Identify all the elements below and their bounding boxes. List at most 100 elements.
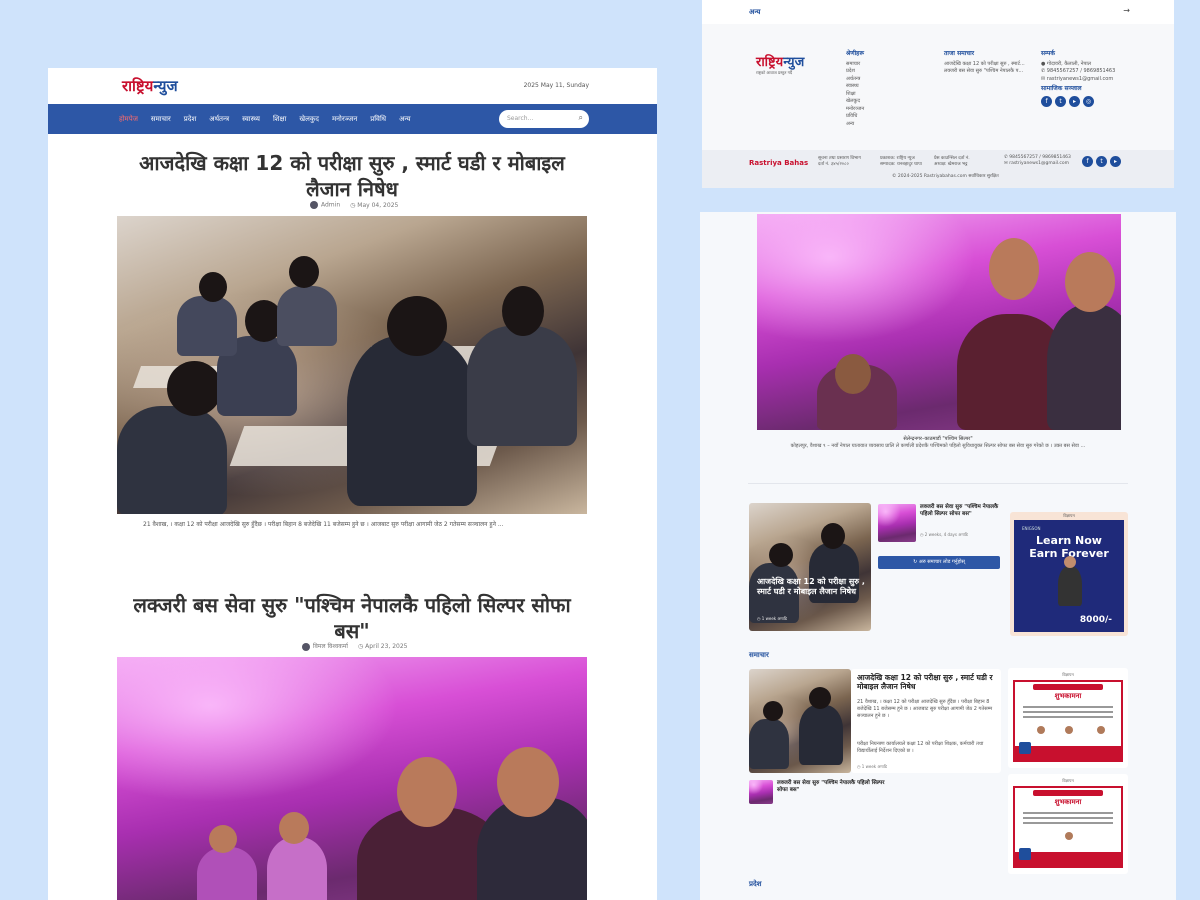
news2-thumb[interactable] bbox=[749, 780, 773, 804]
nav-item-4[interactable]: स्वास्थ्य bbox=[242, 115, 260, 124]
nav-item-3[interactable]: अर्थतन्त्र bbox=[209, 115, 229, 124]
footer-logo[interactable]: राष्ट्रियन्युज राष्ट्रको आवाज प्रस्तुत ग… bbox=[756, 52, 804, 76]
clock-icon: ◷ bbox=[350, 201, 356, 209]
copyright: © 2024-2025 Rastriyabahas.com सर्वाधिकार… bbox=[892, 174, 999, 179]
location-icon: ● bbox=[1041, 60, 1046, 67]
side-news-title[interactable]: लक्जरी बस सेवा सुरु "पश्चिम नेपालकै पहिल… bbox=[920, 504, 1004, 518]
categories-heading: श्रेणीहरू bbox=[846, 50, 864, 57]
footer-category-link[interactable]: प्रदेश bbox=[846, 68, 926, 76]
exam-hall-photo[interactable] bbox=[117, 216, 587, 514]
nav-item-7[interactable]: मनोरञ्जन bbox=[332, 115, 357, 124]
side-news-thumb[interactable] bbox=[878, 504, 916, 542]
load-more-button[interactable]: ↻ अरु समाचार लोड गर्नुहोस् bbox=[878, 556, 1000, 569]
footer-category-link[interactable]: अन्य bbox=[846, 121, 926, 129]
news-body-2: परीक्षा नियन्त्रण कार्यालयले कक्षा 12 को… bbox=[857, 741, 984, 754]
email-text: rastriyanews1@gmail.com bbox=[1009, 161, 1070, 166]
section-heading-news[interactable]: समाचार bbox=[749, 651, 769, 660]
load-more-label: अरु समाचार लोड गर्नुहोस् bbox=[918, 559, 965, 565]
footer-social: f t ▸ bbox=[1082, 156, 1124, 167]
latest-heading: ताजा समाचार bbox=[944, 50, 975, 57]
article-meta-2: विमल विश्वकर्मा ◷ April 23, 2025 bbox=[302, 642, 408, 651]
twitter-icon[interactable]: t bbox=[1055, 95, 1066, 107]
footer-contact: सम्पर्क ● गोदावरी, कैलाली, नेपाल ✆ 98455… bbox=[1041, 50, 1141, 107]
logo-text-part2: न्युज bbox=[783, 55, 805, 70]
phone-icon: ✆ bbox=[1041, 68, 1046, 74]
info-line: अध्यक्ष: खेमराज भट्ट bbox=[934, 162, 968, 167]
youtube-icon[interactable]: ▸ bbox=[1069, 95, 1080, 107]
nav-item-8[interactable]: प्रविधि bbox=[370, 115, 386, 124]
news-card: आजदेखि कक्षा 12 को परीक्षा सुरु , स्मार्… bbox=[851, 669, 1001, 773]
clock-icon: ◷ bbox=[757, 616, 761, 621]
header-date: 2025 May 11, Sunday bbox=[523, 82, 589, 89]
site-logo[interactable]: राष्ट्रियन्युज bbox=[122, 76, 178, 96]
greeting-text: शुभकामना bbox=[1054, 692, 1082, 700]
ad-headline-1: Learn Now bbox=[1036, 534, 1102, 547]
clock-icon: ◷ bbox=[857, 764, 861, 769]
nav-item-6[interactable]: खेलकुद bbox=[299, 115, 319, 124]
facebook-icon[interactable]: f bbox=[1041, 95, 1052, 107]
date-text: April 23, 2025 bbox=[365, 642, 408, 650]
search-icon[interactable]: ⌕ bbox=[579, 113, 583, 123]
avatar bbox=[310, 201, 318, 209]
arrow-right-icon[interactable]: → bbox=[1123, 6, 1130, 15]
contact-heading: सम्पर्क bbox=[1041, 50, 1055, 57]
logo-text-part1: राष्ट्रिय bbox=[756, 55, 784, 70]
section-heading-province[interactable]: प्रदेश bbox=[749, 880, 761, 889]
footer-info-1: सूचना तथा प्रसारण विभाग दर्ता नं. ३४५/२०८… bbox=[818, 156, 861, 168]
footer-category-link[interactable]: खेलकुद bbox=[846, 98, 926, 106]
bus-featured-photo[interactable] bbox=[757, 214, 1121, 430]
footer-latest-link[interactable]: आजदेखि कक्षा 12 को परीक्षा सुरु , स्मार्… bbox=[944, 61, 1040, 69]
footer-bottom: Rastriya Bahas सूचना तथा प्रसारण विभाग दर… bbox=[702, 150, 1174, 188]
greeting-poster: शुभकामना bbox=[1013, 680, 1123, 762]
greeting-ad-1[interactable]: विज्ञापन शुभकामना bbox=[1008, 668, 1128, 768]
advertisement-banner[interactable]: विज्ञापन ENIGSON Learn Now Earn Forever … bbox=[1010, 512, 1128, 636]
bus-interior-photo[interactable] bbox=[117, 657, 587, 900]
footer-latest: ताजा समाचार आजदेखि कक्षा 12 को परीक्षा स… bbox=[944, 50, 1040, 76]
footer-brand[interactable]: Rastriya Bahas bbox=[749, 159, 808, 167]
email[interactable]: ✉ rastriyanews1@gmail.com bbox=[1041, 76, 1141, 84]
footer-category-link[interactable]: प्रविधि bbox=[846, 113, 926, 121]
twitter-icon[interactable]: t bbox=[1096, 156, 1107, 167]
news-thumb[interactable] bbox=[749, 669, 851, 773]
nav-item-5[interactable]: शिक्षा bbox=[273, 115, 286, 124]
nav-item-0[interactable]: होमपेज bbox=[119, 115, 138, 124]
phone-text: 9845567257 / 9869851463 bbox=[1009, 155, 1071, 160]
nav-item-9[interactable]: अन्य bbox=[399, 115, 410, 124]
address: ● गोदावरी, कैलाली, नेपाल bbox=[1041, 61, 1141, 69]
logo-tagline: राष्ट्रको आवाज प्रस्तुत गर्दै bbox=[756, 70, 793, 75]
time-text: 1 week अगाडि bbox=[861, 764, 887, 769]
social-links: f t ▸ ◎ bbox=[1041, 95, 1141, 107]
article-excerpt: 21 वैशाख, । कक्षा 12 को परीक्षा आजदेखि स… bbox=[143, 521, 504, 528]
info-line: दर्ता नं. ३४५/२०८० bbox=[818, 162, 849, 167]
search-input[interactable]: Search... ⌕ bbox=[499, 110, 589, 128]
news-title[interactable]: आजदेखि कक्षा 12 को परीक्षा सुरु , स्मार्… bbox=[857, 673, 997, 691]
news-body: 21 वैशाख, । कक्षा 12 को परीक्षा आजदेखि स… bbox=[857, 699, 993, 719]
greeting-ad-2[interactable]: विज्ञापन शुभकामना bbox=[1008, 774, 1128, 874]
nav-item-1[interactable]: समाचार bbox=[151, 115, 171, 124]
footer-category-link[interactable]: शिक्षा bbox=[846, 91, 926, 99]
ad-price: 8000/- bbox=[1079, 615, 1112, 625]
news2-title[interactable]: लक्जरी बस सेवा सुरु "पश्चिम नेपालकै पहिल… bbox=[777, 780, 897, 794]
footer-category-link[interactable]: मनोरञ्जन bbox=[846, 106, 926, 114]
featured-caption: सेलेन्द्रनगर–काठमाडौं "पश्चिम सिल्पर" को… bbox=[758, 436, 1118, 450]
article-title[interactable]: आजदेखि कक्षा 12 को परीक्षा सुरु , स्मार्… bbox=[118, 150, 586, 202]
article-title-2[interactable]: लक्जरी बस सेवा सुरु "पश्चिम नेपालकै पहिल… bbox=[118, 592, 586, 644]
ad-label: विज्ञापन bbox=[1062, 778, 1074, 783]
footer-category-bar[interactable]: अन्य → bbox=[702, 0, 1174, 24]
author: Admin bbox=[310, 201, 340, 209]
featured-title[interactable]: आजदेखि कक्षा 12 को परीक्षा सुरु , स्मार्… bbox=[757, 577, 867, 597]
footer-category-link[interactable]: अर्थतन्त्र bbox=[846, 76, 926, 84]
footer-category-link[interactable]: समाचार bbox=[846, 61, 926, 69]
clock-icon: ◷ bbox=[357, 642, 364, 650]
youtube-icon[interactable]: ▸ bbox=[1110, 156, 1121, 167]
author-name: विमल विश्वकर्मा bbox=[313, 643, 348, 650]
footer-categories: श्रेणीहरू समाचार प्रदेश अर्थतन्त्र स्वास्थ्… bbox=[846, 50, 926, 128]
footer-latest-link[interactable]: लक्जरी बस सेवा सुरु "पश्चिम नेपालकै प... bbox=[944, 68, 1040, 76]
ad-person-image bbox=[1058, 556, 1082, 606]
nav-item-2[interactable]: प्रदेश bbox=[184, 115, 196, 124]
ad-label: विज्ञापन bbox=[1062, 672, 1074, 677]
instagram-icon[interactable]: ◎ bbox=[1083, 95, 1094, 107]
featured-news-card[interactable]: आजदेखि कक्षा 12 को परीक्षा सुरु , स्मार्… bbox=[749, 503, 871, 631]
footer-category-link[interactable]: स्वास्थ्य bbox=[846, 83, 926, 91]
facebook-icon[interactable]: f bbox=[1082, 156, 1093, 167]
